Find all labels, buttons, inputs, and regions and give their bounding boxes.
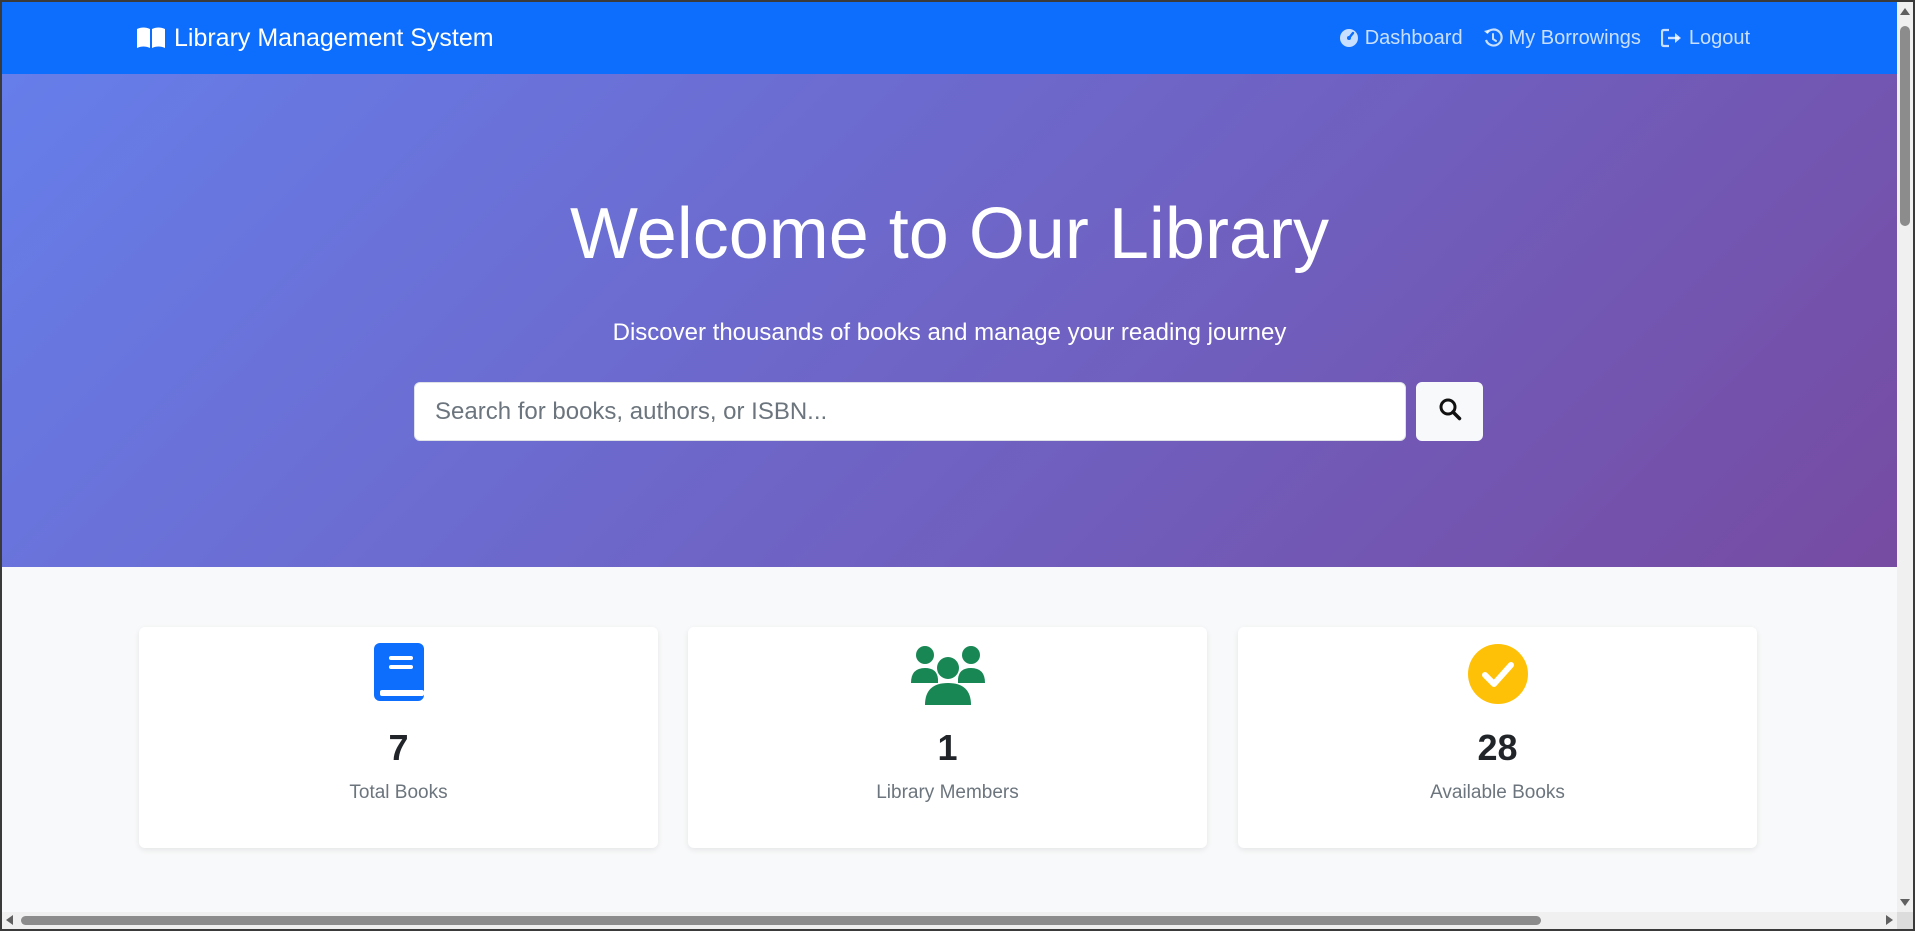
nav-links: Dashboard My Borrowings Logout: [1339, 2, 1750, 74]
book-icon: [139, 643, 658, 705]
horizontal-scroll-thumb[interactable]: [21, 916, 1541, 925]
stat-label-library-members: Library Members: [876, 782, 1019, 803]
book-open-icon: [136, 26, 166, 50]
brand-link[interactable]: Library Management System: [136, 2, 494, 74]
scrollbar-corner: [1897, 912, 1913, 929]
hero-section: Welcome to Our Library Discover thousand…: [2, 74, 1897, 567]
sign-out-icon: [1660, 28, 1683, 48]
brand-label: Library Management System: [174, 23, 494, 52]
speedometer-icon: [1339, 28, 1359, 48]
nav-my-borrowings-label: My Borrowings: [1508, 26, 1641, 49]
users-icon: [688, 643, 1207, 705]
horizontal-scrollbar[interactable]: [2, 912, 1897, 929]
stat-value-total-books: 7: [388, 727, 409, 768]
search-button[interactable]: [1416, 382, 1483, 441]
stat-label-available-books: Available Books: [1430, 782, 1565, 803]
nav-logout-label: Logout: [1688, 26, 1750, 49]
vertical-scroll-thumb[interactable]: [1900, 26, 1910, 226]
nav-dashboard[interactable]: Dashboard: [1339, 27, 1463, 50]
stat-card-available-books: 28 Available Books: [1238, 627, 1757, 848]
nav-my-borrowings[interactable]: My Borrowings: [1483, 27, 1641, 50]
search-input[interactable]: [414, 382, 1406, 441]
stat-card-library-members: 1 Library Members: [688, 627, 1207, 848]
nav-logout[interactable]: Logout: [1660, 26, 1750, 50]
browser-viewport: Library Management System Dashboard My B…: [0, 0, 1915, 931]
check-circle-icon: [1238, 643, 1757, 705]
vertical-scrollbar[interactable]: [1897, 2, 1913, 912]
scroll-down-icon[interactable]: [1900, 899, 1910, 906]
scroll-right-icon[interactable]: [1886, 915, 1893, 925]
stat-label-total-books: Total Books: [349, 782, 448, 803]
navbar: Library Management System Dashboard My B…: [2, 2, 1897, 74]
scroll-left-icon[interactable]: [6, 915, 13, 925]
nav-dashboard-label: Dashboard: [1364, 26, 1463, 49]
stat-value-available-books: 28: [1477, 727, 1518, 768]
search-icon: [1438, 397, 1462, 426]
stat-value-library-members: 1: [937, 727, 958, 768]
scroll-up-icon[interactable]: [1900, 8, 1910, 15]
hero-title: Welcome to Our Library: [570, 194, 1329, 274]
stat-card-total-books: 7 Total Books: [139, 627, 658, 848]
history-icon: [1483, 28, 1503, 48]
hero-subtitle: Discover thousands of books and manage y…: [612, 319, 1287, 346]
